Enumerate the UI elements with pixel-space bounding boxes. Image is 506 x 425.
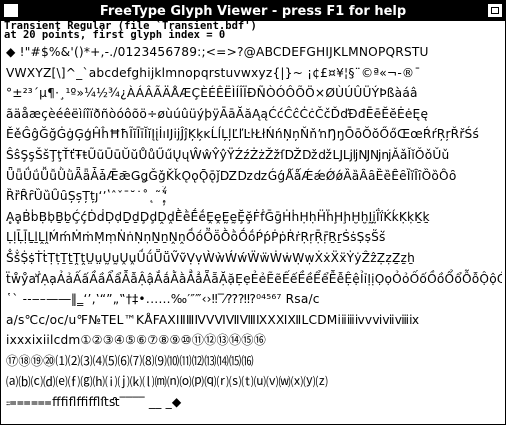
zoom-box-inner-icon xyxy=(491,7,499,14)
glyph-grid: ◆ !"#$%&'()*+,-./0123456789:;<=>?@ABCDEF… xyxy=(6,42,502,413)
glyph-row-1: ◆ !"#$%&'()*+,-./0123456789:;<=>?@ABCDEF… xyxy=(6,45,429,59)
glyph-row-6: ŜŝŞşŠšŢţŤťŦŧŨũŪūŬŭŮůŰűŲųŴŵŶŷŸŹźŻżŽžſǄǅǆǇ… xyxy=(6,147,450,162)
glyph-row-18: ⩴⩵⩶ﬀﬁﬂﬃﬄﬅﬆ‾‾‾‾ __ _◆ xyxy=(6,395,182,410)
glyph-row-14: a/s℃c/oc/u℉№TEL™KÅFAXⅠⅡⅢⅣⅤⅥⅦⅧⅨⅩⅪⅫⅬCDMⅰⅱⅲ… xyxy=(6,312,420,327)
glyph-row-5: ĚěĜĝĞğĠġĢģĤĥĦħĨĩĪīĬĭĮįİıĲĳĴĵĶķĸĹĺĻļĽľĿŀŁ… xyxy=(6,127,480,142)
glyph-row-13: ῾` ‐‑‒–—―‖‗‘’‚‛“”„‟†‡•․‥…‰′″‴‹›‼‾⁄⁇⁈⁉⁰⁴⁵… xyxy=(6,292,320,307)
glyph-viewer-window: FreeType Glyph Viewer - press F1 for hel… xyxy=(0,0,506,425)
size-index-label: at 20 points, first glyph index = 0 xyxy=(4,29,226,41)
glyph-row-15: ixxxixiilcdm①②③④⑤⑥⑦⑧⑨⑩⑪⑫⑬⑭⑮⑯ xyxy=(6,333,267,348)
glyph-row-11: ṦṧṨṩṪṫṬṭṮṯṰṱṲṳṴṵṶṷṸṹṺṻṼṽṾṿẀẁẂẃẄẅẆẇẈẉẊẋẌẍ… xyxy=(6,250,416,265)
glyph-row-10: ḶḷḸḹḺḻḼḽḾḿṀṁṂṃṄṅṆṇṈṉṊṋṌṍṎṏṐṑṒṓṔṕṖṗṘṙṚṛṜṝ… xyxy=(6,230,386,245)
glyph-row-4: ãäåæçèéêëìíîïðñòóôõö÷øùúûüýþÿĀāĂăĄąĆćĈĉĊ… xyxy=(6,106,429,121)
glyph-row-16: ⑰⑱⑲⑳⑴⑵⑶⑷⑸⑹⑺⑻⑼⑽⑾⑿⒀⒁⒂⒃ xyxy=(6,353,254,368)
glyph-row-7: ǕǖǗǘǙǚǛǜǞǟǠǡǢǣǤǥǦǧǨǩǪǫǬǭǰǱǲǳǴǵǺǻǼǽǾǿȀȁȂȃ… xyxy=(6,168,457,183)
window-title: FreeType Glyph Viewer - press F1 for hel… xyxy=(99,3,407,19)
glyph-row-17: ⒜⒝⒞⒟⒠⒡⒢⒣⒤⒥⒦⒧⒨⒩⒪⒫⒬⒭⒮⒯⒰⒱⒲⒳⒴⒵ xyxy=(6,374,329,389)
glyph-row-8: ȐȑȒȓȔȕȖȗȘșȚțȷʻʼʽˆˇˉ˘˙˚˛˜˝̧̨̦̀́̂̃̄̆̇̈̊̋̌̒ xyxy=(6,189,168,204)
glyph-row-9: ḀḁḂḃḄḅḆḇḈḉḊḋḌḍḎḏḐḑḒḓḔḕḖḗḘḙḚḛḜḝḞḟḠḡḢḣḤḥḦḧ… xyxy=(6,209,430,224)
glyph-row-2: VWXYZ[\]^_`abcdefghijklmnopqrstuvwxyz{|}… xyxy=(6,65,421,80)
zoom-box-icon[interactable] xyxy=(488,4,502,17)
glyph-canvas[interactable]: Transient Regular (file `Transient.bdf')… xyxy=(1,21,505,424)
glyph-row-3: °±²³´µ¶·¸¹º»¼½¾¿ÀÁÂÃÄÅÆÇÈÉÊËÌÍÎÏÐÑÒÓÔÕÖ×… xyxy=(6,86,418,101)
title-bar[interactable]: FreeType Glyph Viewer - press F1 for hel… xyxy=(1,1,505,21)
glyph-row-12: ẗẘẙẚẛẠạẢảẤấẦầẨẩẪẫẬậẮắẰằẲẳẴẵẶặẸẹẺẻẼẽẾếỀềỂ… xyxy=(6,271,502,286)
close-box-icon[interactable] xyxy=(4,4,18,17)
